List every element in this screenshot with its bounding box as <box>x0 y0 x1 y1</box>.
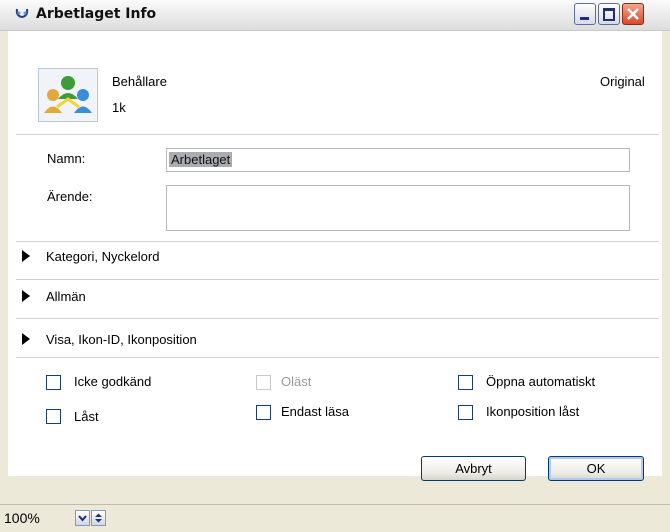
item-size: 1k <box>112 100 126 115</box>
close-icon <box>627 8 639 20</box>
checkbox-box[interactable] <box>458 375 473 390</box>
checkbox-label: Öppna automatiskt <box>486 374 596 389</box>
cancel-button[interactable]: Avbryt <box>421 456 526 481</box>
subject-label: Ärende: <box>47 189 93 204</box>
close-button[interactable] <box>622 3 644 25</box>
divider <box>16 318 659 319</box>
maximize-icon <box>603 8 615 21</box>
ok-button[interactable]: OK <box>548 456 644 481</box>
item-kind: Behållare <box>112 74 167 89</box>
divider <box>16 134 659 135</box>
checkbox-box[interactable] <box>256 405 271 420</box>
expand-triangle-icon[interactable] <box>22 250 30 262</box>
zoom-level: 100% <box>4 510 40 526</box>
name-field[interactable]: Arbetlaget <box>166 148 630 172</box>
up-down-arrows-icon <box>95 513 102 523</box>
window-title: Arbetlaget Info <box>36 6 157 22</box>
checkbox-box[interactable] <box>458 405 473 420</box>
minimize-button[interactable] <box>574 3 596 25</box>
name-label: Namn: <box>47 151 86 166</box>
section-label: Allmän <box>46 289 86 304</box>
checkbox-box[interactable] <box>46 409 61 424</box>
minimize-icon <box>580 17 589 20</box>
checkbox-label: Låst <box>74 409 99 424</box>
checkbox-label: Icke godkänd <box>74 374 152 389</box>
name-field-value: Arbetlaget <box>169 152 233 167</box>
section-label: Visa, Ikon-ID, Ikonposition <box>46 332 197 347</box>
expand-triangle-icon[interactable] <box>22 290 30 302</box>
info-window: Arbetlaget Info Behållare 1k Original Na… <box>0 0 670 532</box>
item-status: Original <box>600 74 645 89</box>
checkbox-box <box>256 375 271 390</box>
subject-field[interactable] <box>166 185 630 231</box>
checkbox-label: Ikonposition låst <box>486 404 580 419</box>
section-label: Kategori, Nyckelord <box>46 249 160 264</box>
divider <box>16 357 659 358</box>
chevron-down-icon <box>78 515 87 522</box>
checkbox-label: Oläst <box>281 374 312 389</box>
divider <box>16 241 659 242</box>
maximize-button[interactable] <box>598 3 620 25</box>
title-bar[interactable]: Arbetlaget Info <box>0 0 670 31</box>
checkbox-label: Endast läsa <box>281 404 349 419</box>
app-icon <box>15 8 29 19</box>
zoom-stepper[interactable] <box>91 510 106 526</box>
group-people-icon <box>38 68 98 122</box>
checkbox-box[interactable] <box>46 375 61 390</box>
status-bar: 100% <box>0 504 670 532</box>
expand-triangle-icon[interactable] <box>22 333 30 345</box>
zoom-dropdown-button[interactable] <box>75 510 90 526</box>
divider <box>16 279 659 280</box>
